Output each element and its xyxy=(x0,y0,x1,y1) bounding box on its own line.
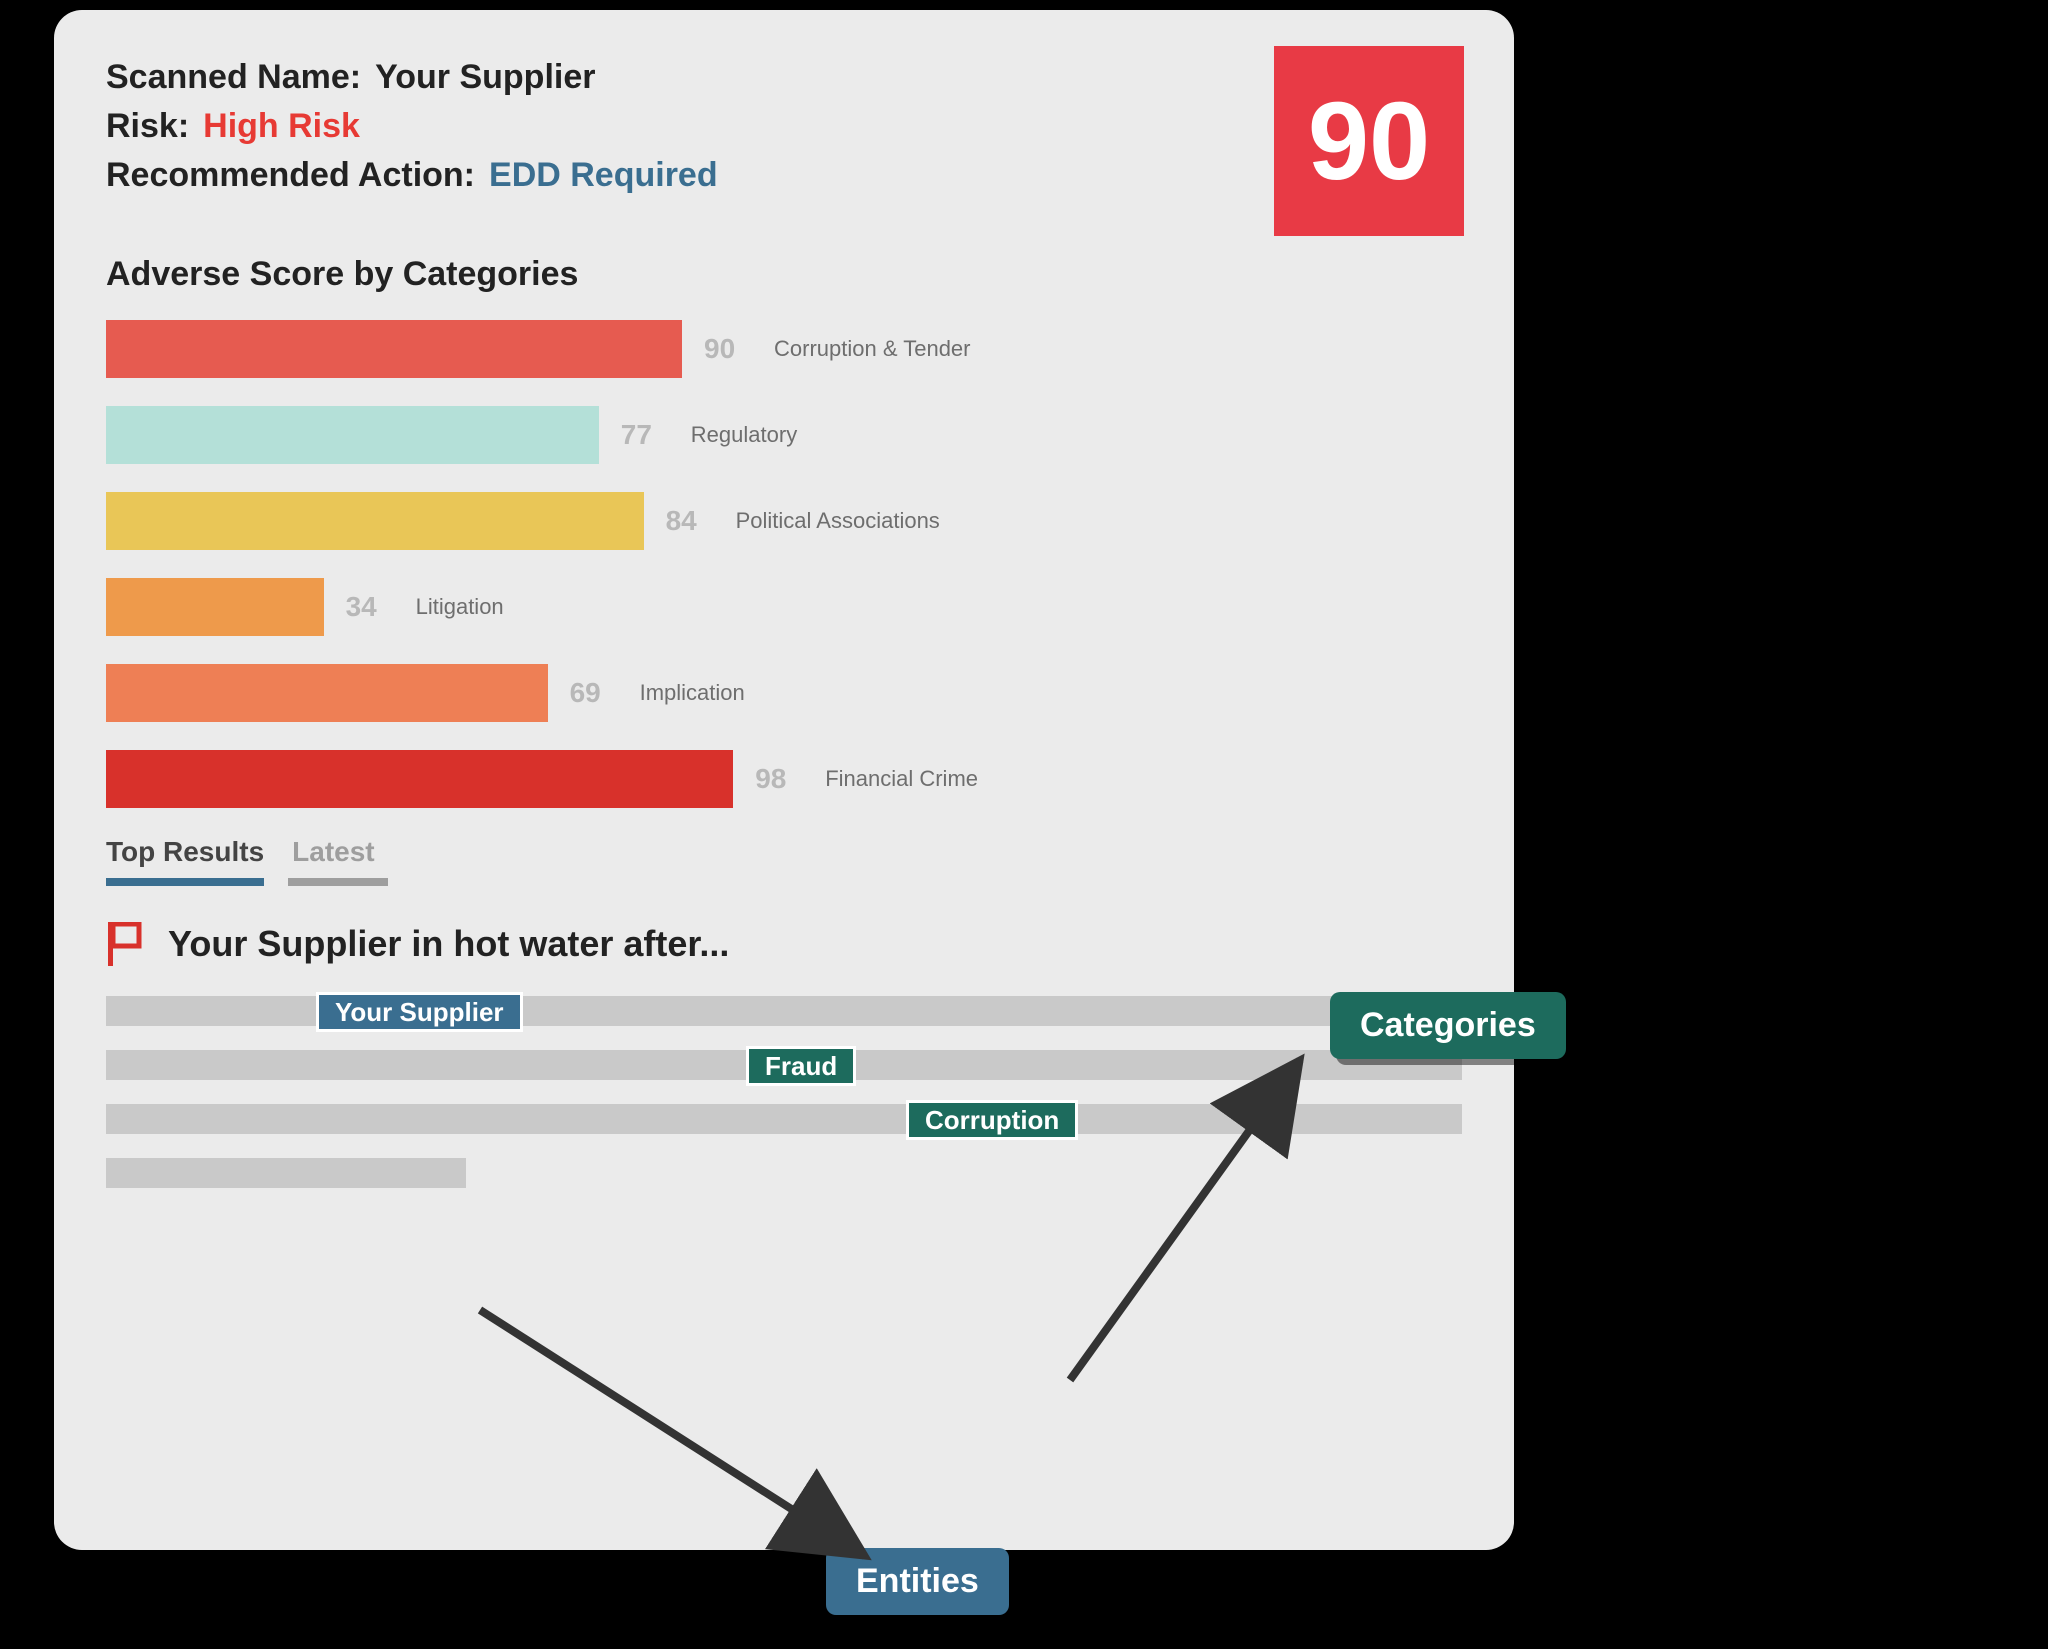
entity-tag[interactable]: Your Supplier xyxy=(316,992,523,1032)
scanned-name-label: Scanned Name: xyxy=(106,58,361,97)
category-bar xyxy=(106,492,644,550)
category-score-chart: 90 Corruption & Tender 77 Regulatory 84 Polit… xyxy=(106,320,1462,808)
category-bar-label: Financial Crime xyxy=(825,766,978,792)
category-tag-corruption[interactable]: Corruption xyxy=(906,1100,1078,1140)
overall-score-badge: 90 xyxy=(1274,46,1464,236)
tab-top-results[interactable]: Top Results xyxy=(106,836,264,886)
category-bar-label: Corruption & Tender xyxy=(774,336,971,362)
chart-section-title: Adverse Score by Categories xyxy=(106,255,1462,294)
result-article: Your Supplier in hot water after... Your… xyxy=(106,922,1462,1188)
category-bar-value: 34 xyxy=(346,591,394,623)
category-bar-row: 34 Litigation xyxy=(106,578,1462,636)
category-bar xyxy=(106,578,324,636)
category-bar-label: Regulatory xyxy=(691,422,797,448)
article-line: Fraud xyxy=(106,1050,1462,1080)
recommended-action-value: EDD Required xyxy=(489,156,718,195)
risk-row: Risk: High Risk xyxy=(106,107,1462,146)
tab-inactive-underline xyxy=(288,878,388,886)
risk-report-card: Scanned Name: Your Supplier Risk: High R… xyxy=(54,10,1514,1550)
category-bar-value: 69 xyxy=(570,677,618,709)
callout-entities: Entities xyxy=(826,1548,1009,1615)
article-line: Corruption xyxy=(106,1104,1462,1134)
category-bar-label: Political Associations xyxy=(736,508,940,534)
category-bar xyxy=(106,320,682,378)
category-bar-value: 84 xyxy=(666,505,714,537)
article-title: Your Supplier in hot water after... xyxy=(168,923,729,965)
category-bar-row: 77 Regulatory xyxy=(106,406,1462,464)
article-line xyxy=(106,1158,466,1188)
category-bar-row: 98 Financial Crime xyxy=(106,750,1462,808)
category-bar-label: Litigation xyxy=(416,594,504,620)
category-tag-fraud[interactable]: Fraud xyxy=(746,1046,856,1086)
category-bar xyxy=(106,406,599,464)
category-bar-label: Implication xyxy=(640,680,745,706)
article-header: Your Supplier in hot water after... xyxy=(106,922,1462,966)
risk-label: Risk: xyxy=(106,107,189,146)
article-line: Your Supplier xyxy=(106,996,1462,1026)
overall-score-value: 90 xyxy=(1308,78,1430,205)
results-tabs: Top Results Latest xyxy=(106,836,1462,886)
scanned-name-value: Your Supplier xyxy=(375,58,595,97)
scanned-name-row: Scanned Name: Your Supplier xyxy=(106,58,1462,97)
flag-icon xyxy=(106,922,146,966)
recommended-action-row: Recommended Action: EDD Required xyxy=(106,156,1462,195)
category-bar-row: 69 Implication xyxy=(106,664,1462,722)
callout-categories: Categories xyxy=(1330,992,1566,1059)
recommended-action-label: Recommended Action: xyxy=(106,156,475,195)
category-bar-value: 77 xyxy=(621,419,669,451)
category-bar-value: 90 xyxy=(704,333,752,365)
category-bar-row: 90 Corruption & Tender xyxy=(106,320,1462,378)
category-bar-value: 98 xyxy=(755,763,803,795)
category-bar-row: 84 Political Associations xyxy=(106,492,1462,550)
risk-value: High Risk xyxy=(203,107,360,146)
category-bar xyxy=(106,750,733,808)
category-bar xyxy=(106,664,548,722)
